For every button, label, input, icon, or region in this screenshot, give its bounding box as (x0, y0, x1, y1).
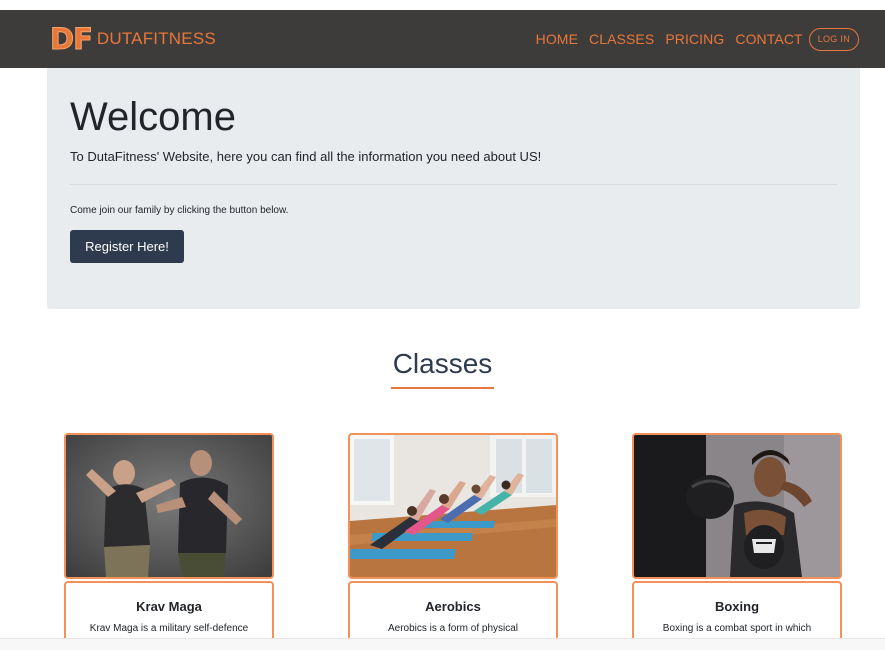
top-strip (0, 0, 885, 10)
card-title: Krav Maga (136, 599, 202, 614)
divider (70, 184, 837, 185)
register-button[interactable]: Register Here! (70, 230, 184, 263)
welcome-lead: To DutaFitness' Website, here you can fi… (70, 149, 542, 164)
join-text: Come join our family by clicking the but… (70, 205, 289, 216)
class-card-boxing[interactable]: Boxing Boxing is a combat sport in which (632, 433, 842, 650)
card-title: Boxing (714, 599, 760, 614)
card-text: Aerobics is a form of physical (387, 623, 519, 634)
welcome-jumbotron: Welcome To DutaFitness' Website, here yo… (47, 68, 860, 309)
brand-logo: DF (50, 22, 94, 56)
login-button[interactable]: LOG IN (808, 27, 859, 51)
page: DF DUTAFITNESS HOME CLASSES PRICING CONT… (0, 0, 885, 650)
nav-link-pricing[interactable]: PRICING (665, 23, 724, 55)
classes-heading-wrap: Classes (0, 344, 885, 389)
brand-name: DUTAFITNESS (96, 29, 216, 48)
card-text: Krav Maga is a military self-defence (89, 623, 249, 634)
nav-link-contact[interactable]: CONTACT (735, 23, 802, 55)
welcome-title: Welcome (70, 95, 236, 139)
navbar: DF DUTAFITNESS HOME CLASSES PRICING CONT… (0, 10, 885, 68)
boxing-image (632, 433, 842, 579)
krav-maga-image (64, 433, 274, 579)
brand-link[interactable]: DF DUTAFITNESS (50, 22, 216, 56)
bottom-bar (0, 638, 885, 650)
nav-link-home[interactable]: HOME (536, 23, 578, 55)
aerobics-image (348, 433, 558, 579)
class-card-krav-maga[interactable]: Krav Maga Krav Maga is a military self-d… (64, 433, 274, 650)
nav-links: HOME CLASSES PRICING CONTACT LOG IN (536, 23, 859, 55)
card-title: Aerobics (425, 599, 481, 614)
classes-heading: Classes (390, 344, 495, 389)
card-text: Boxing is a combat sport in which (662, 623, 812, 634)
class-card-aerobics[interactable]: Aerobics Aerobics is a form of physical (348, 433, 558, 650)
nav-link-classes[interactable]: CLASSES (589, 23, 654, 55)
